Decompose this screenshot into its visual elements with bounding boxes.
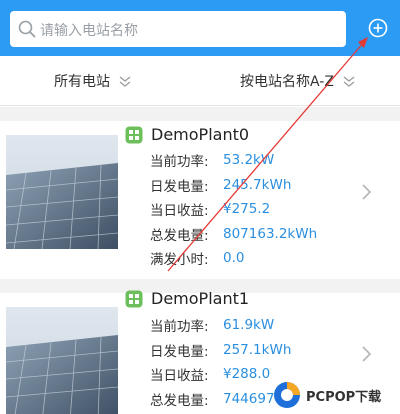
stat-value: 0.0 (223, 250, 245, 267)
sort-label: 按电站名称A-Z (240, 74, 334, 90)
pcpop-logo-icon (274, 382, 300, 408)
plant-stats: 当前功率: 61.9kW 日发电量: 257.1kWh 当日收益: ¥288.0… (150, 313, 291, 411)
plant-name: DemoPlant0 (151, 125, 250, 144)
stat-value: 744697 (223, 390, 275, 407)
sort-dropdown[interactable]: 按电站名称A-Z (240, 71, 356, 91)
stat-row-daily-energy: 日发电量: 257.1kWh (150, 338, 291, 363)
plant-name-row: DemoPlant1 (125, 289, 249, 308)
stat-label: 当前功率: (150, 319, 209, 336)
stat-label: 日发电量: (150, 343, 209, 360)
stat-label: 总发电量: (150, 392, 209, 409)
section-separator (0, 107, 400, 121)
plant-name-row: DemoPlant0 (125, 125, 249, 144)
stat-value: ¥275.2 (223, 201, 271, 218)
stat-value: 245.7kWh (223, 176, 292, 193)
chevron-right-icon[interactable] (360, 345, 372, 363)
search-input[interactable]: 请输入电站名称 (10, 11, 346, 47)
stat-row-daily-revenue: 当日收益: ¥275.2 (150, 197, 317, 222)
stat-row-total-energy: 总发电量: 744697 (150, 387, 291, 412)
stat-row-daily-energy: 日发电量: 245.7kWh (150, 173, 317, 198)
watermark: PCPOP下载 (272, 376, 400, 414)
stat-value: 807163.2kWh (223, 225, 318, 242)
plant-card[interactable]: DemoPlant0 当前功率: 53.2kW 日发电量: 245.7kWh 当… (0, 121, 400, 279)
double-chevron-down-icon (119, 76, 131, 87)
search-icon (18, 20, 36, 38)
stat-label: 总发电量: (150, 227, 209, 244)
chevron-right-icon[interactable] (360, 183, 372, 201)
stat-row-daily-revenue: 当日收益: ¥288.0 (150, 362, 291, 387)
stat-label: 当日收益: (150, 203, 209, 220)
stat-value: 53.2kW (223, 152, 275, 169)
plant-status-icon (125, 290, 143, 307)
stat-label: 当日收益: (150, 368, 209, 385)
stat-label: 当前功率: (150, 154, 209, 171)
plant-name: DemoPlant1 (151, 289, 250, 308)
filter-bar: 所有电站 按电站名称A-Z (0, 56, 400, 106)
watermark-text: PCPOP下载 (306, 389, 382, 405)
stat-label: 满发小时: (150, 252, 209, 269)
stat-value: ¥288.0 (223, 366, 271, 383)
stat-value: 61.9kW (223, 317, 275, 334)
plant-stats: 当前功率: 53.2kW 日发电量: 245.7kWh 当日收益: ¥275.2… (150, 148, 317, 271)
app-root: 请输入电站名称 所有电站 按电站名称A-Z DemoPlant0 当前功率: 5… (0, 0, 400, 414)
stat-value: 257.1kWh (223, 341, 292, 358)
stat-row-current-power: 当前功率: 61.9kW (150, 313, 291, 338)
plant-status-icon (125, 126, 143, 143)
stat-row-current-power: 当前功率: 53.2kW (150, 148, 317, 173)
stat-row-total-energy: 总发电量: 807163.2kWh (150, 222, 317, 247)
station-filter-dropdown[interactable]: 所有电站 (54, 71, 132, 91)
station-filter-label: 所有电站 (54, 74, 110, 90)
search-placeholder: 请输入电站名称 (40, 23, 138, 39)
stat-label: 日发电量: (150, 178, 209, 195)
double-chevron-down-icon (343, 76, 355, 87)
plant-thumbnail (6, 135, 118, 249)
plant-thumbnail (6, 307, 118, 414)
stat-row-full-hours: 满发小时: 0.0 (150, 246, 317, 271)
plus-circle-icon[interactable] (368, 18, 388, 38)
header-bar: 请输入电站名称 (0, 0, 400, 56)
